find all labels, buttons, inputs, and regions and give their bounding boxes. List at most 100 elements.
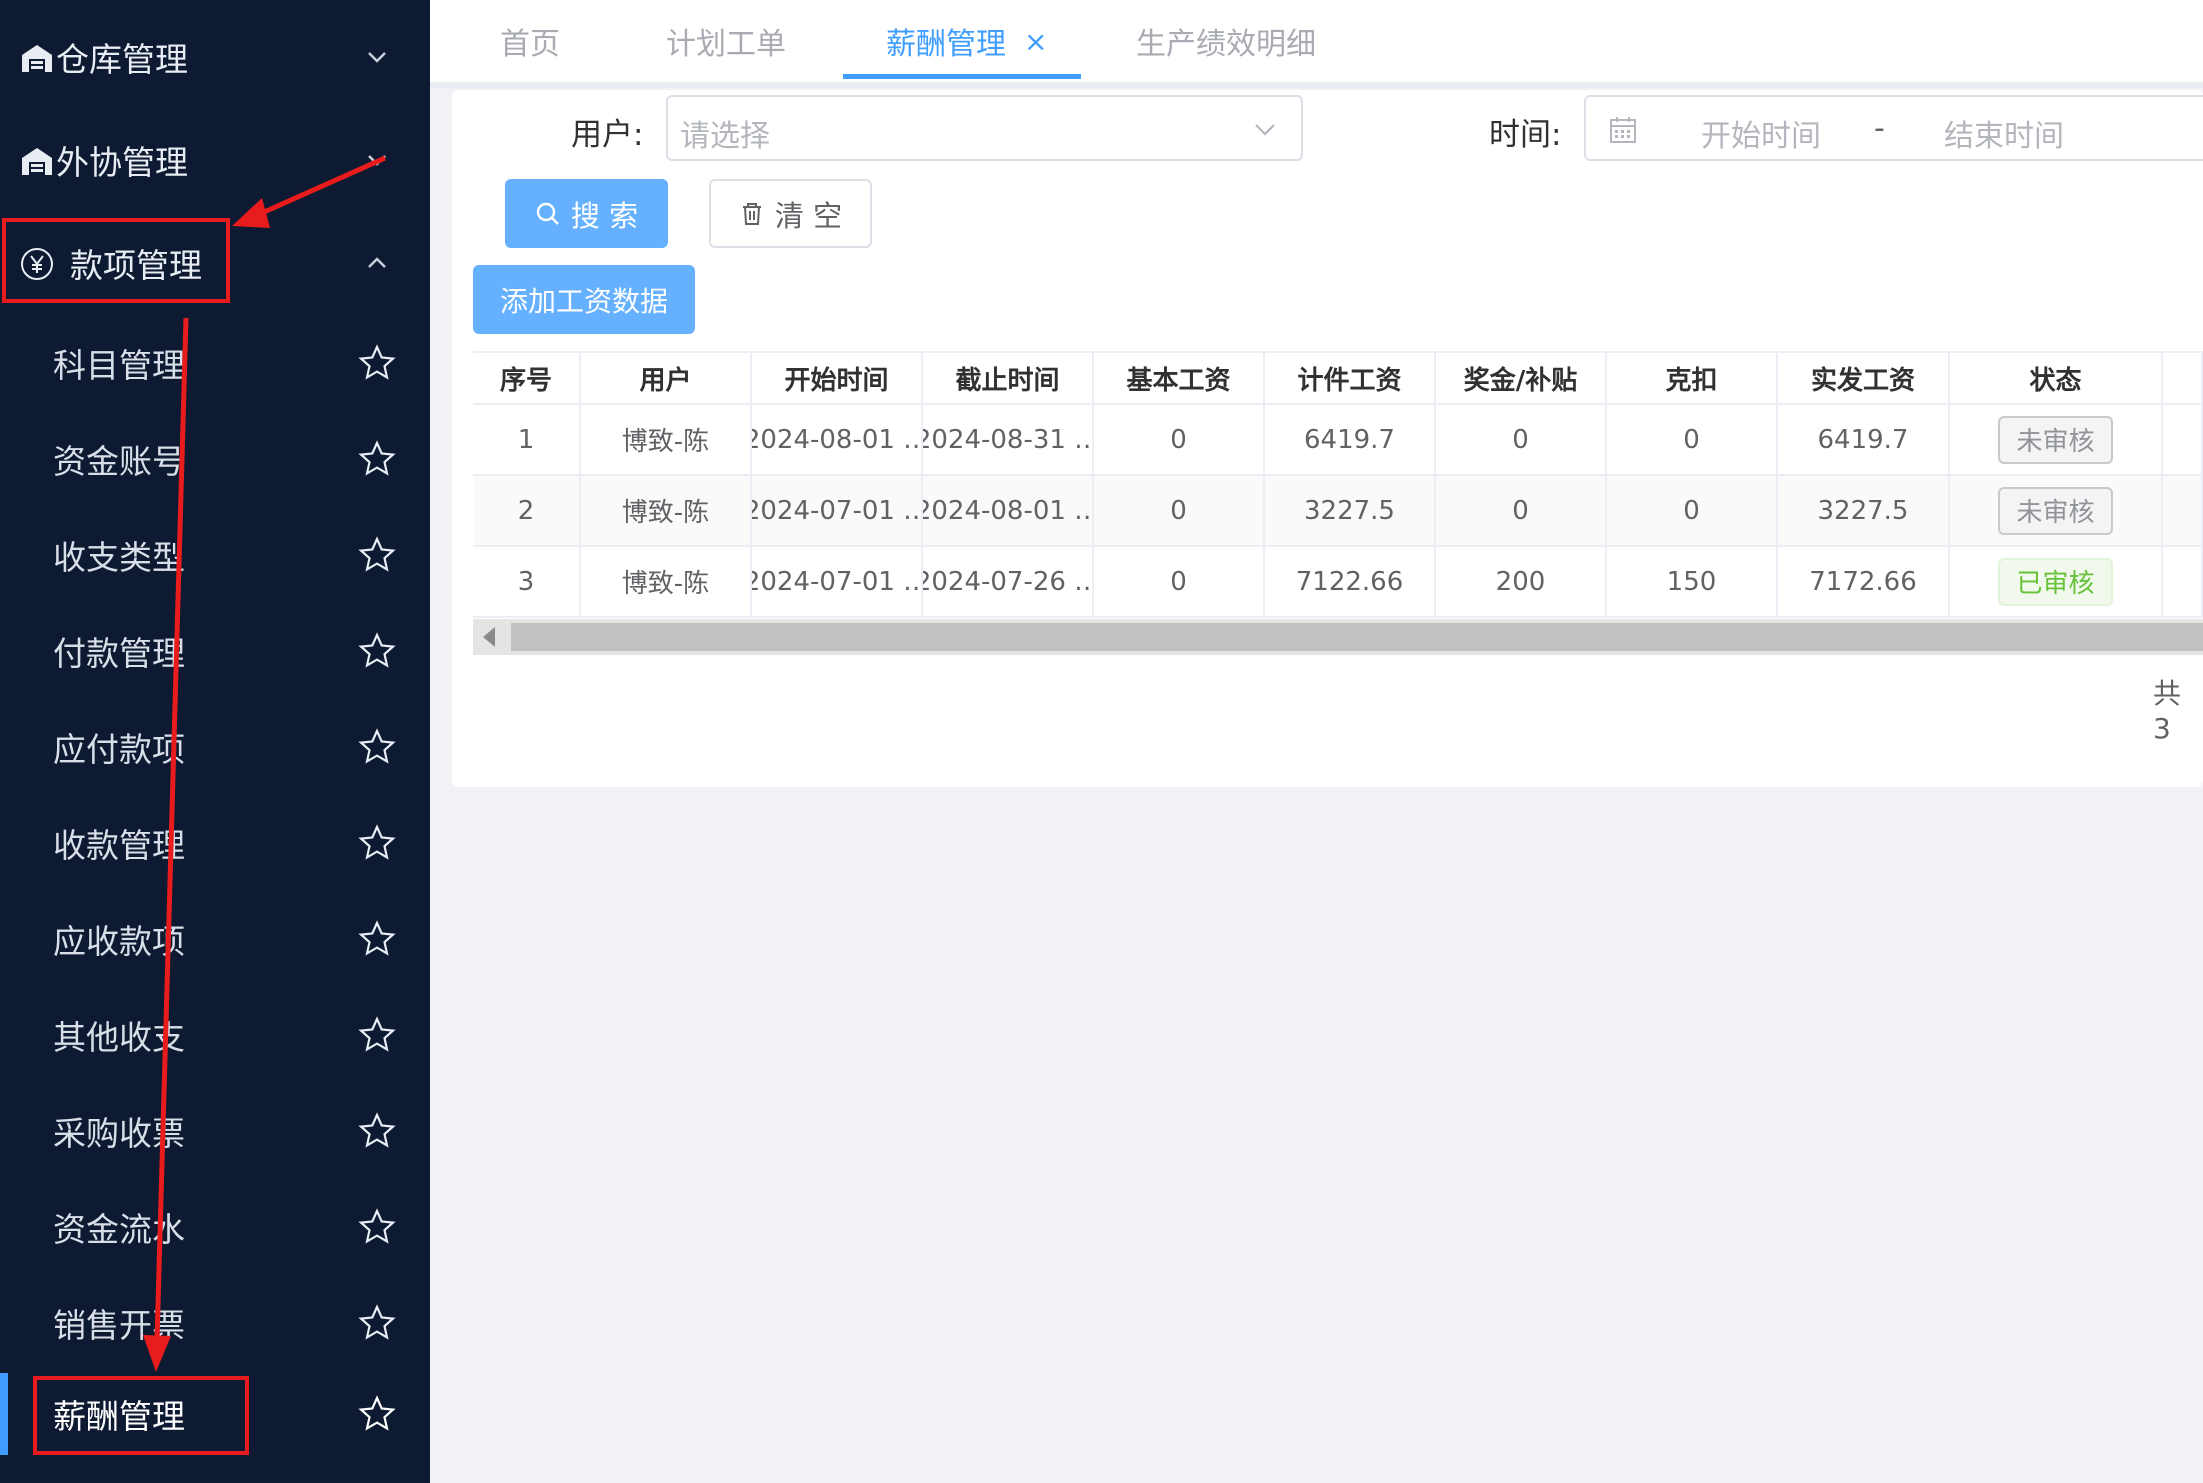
star-icon[interactable]	[358, 1304, 396, 1342]
sidebar-item-subjects[interactable]: 科目管理	[0, 322, 430, 404]
sidebar-item-label: 应付款项	[53, 730, 185, 769]
clear-button-label: 清 空	[774, 198, 843, 233]
column-header[interactable]: 开始时间	[752, 353, 923, 405]
user-label: 用户:	[571, 117, 644, 153]
sidebar-item-purchase-invoices[interactable]: 采购收票	[0, 1090, 430, 1172]
sidebar-item-receipt-management[interactable]: 收款管理	[0, 802, 430, 884]
table-row[interactable]: 2 博致-陈 2024-07-01 … 2024-08-01 … 0 3227.…	[473, 476, 2203, 547]
sidebar-item-label: 付款管理	[53, 634, 185, 673]
search-button[interactable]: 搜 索	[505, 179, 668, 248]
tab-home[interactable]: 首页	[500, 0, 560, 82]
start-time-input[interactable]: 开始时间	[1701, 111, 1821, 155]
cell-index: 1	[473, 405, 581, 476]
close-icon[interactable]: ×	[1024, 25, 1047, 58]
cell-actual: 6419.7	[1778, 405, 1950, 476]
tab-salary-management[interactable]: 薪酬管理 ×	[886, 0, 1047, 82]
sidebar-item-fund-accounts[interactable]: 资金账号	[0, 418, 430, 500]
menu-group-label: 外协管理	[56, 143, 188, 182]
menu-group-label: 仓库管理	[56, 40, 188, 79]
tab-plan-orders[interactable]: 计划工单	[666, 0, 786, 82]
column-header[interactable]: 计件工资	[1265, 353, 1436, 405]
scrollbar-thumb[interactable]	[511, 623, 2203, 651]
search-icon	[536, 202, 559, 225]
end-time-input[interactable]: 结束时间	[1944, 111, 2064, 155]
cell-bonus: 0	[1436, 405, 1607, 476]
star-icon[interactable]	[358, 344, 396, 382]
tab-label: 首页	[500, 27, 560, 62]
table-row[interactable]: 3 博致-陈 2024-07-01 … 2024-07-26 … 0 7122.…	[473, 547, 2203, 618]
search-button-label: 搜 索	[570, 198, 639, 233]
cell-user: 博致-陈	[581, 547, 752, 618]
cell-status: 未审核	[1950, 476, 2163, 547]
sidebar-item-receivables[interactable]: 应收款项	[0, 898, 430, 980]
warehouse-icon	[22, 148, 52, 175]
tab-label: 薪酬管理	[886, 27, 1006, 62]
sidebar-item-label: 收支类型	[53, 538, 185, 577]
clear-button[interactable]: 清 空	[709, 179, 872, 248]
cell-index: 2	[473, 476, 581, 547]
column-header[interactable]: 截止时间	[923, 353, 1094, 405]
star-icon[interactable]	[358, 1395, 396, 1433]
menu-group-outsourcing[interactable]: 外协管理	[0, 120, 430, 200]
tab-active-underline	[843, 74, 1081, 79]
cell-piece: 3227.5	[1265, 476, 1436, 547]
cell-base: 0	[1094, 547, 1265, 618]
tab-label: 计划工单	[666, 27, 786, 62]
star-icon[interactable]	[358, 920, 396, 958]
sidebar-item-income-expense-types[interactable]: 收支类型	[0, 514, 430, 596]
star-icon[interactable]	[358, 1016, 396, 1054]
star-icon[interactable]	[358, 824, 396, 862]
column-header[interactable]: 序号	[473, 353, 581, 405]
column-header-overflow	[2163, 353, 2203, 405]
cell-overflow	[2163, 547, 2203, 618]
cell-status: 已审核	[1950, 547, 2163, 618]
sidebar-item-other-income-expense[interactable]: 其他收支	[0, 994, 430, 1076]
add-salary-button[interactable]: 添加工资数据	[473, 265, 695, 334]
star-icon[interactable]	[358, 1112, 396, 1150]
scroll-left-arrow-icon[interactable]	[483, 627, 495, 647]
table-header-row: 序号 用户 开始时间 截止时间 基本工资 计件工资 奖金/补贴 克扣 实发工资 …	[473, 353, 2203, 405]
user-select-placeholder: 请选择	[680, 119, 770, 154]
sidebar-item-label: 其他收支	[53, 1018, 185, 1057]
warehouse-icon	[22, 45, 52, 72]
column-header[interactable]: 基本工资	[1094, 353, 1265, 405]
cell-bonus: 0	[1436, 476, 1607, 547]
star-icon[interactable]	[358, 536, 396, 574]
cell-end: 2024-07-26 …	[923, 547, 1094, 618]
horizontal-scrollbar[interactable]	[473, 619, 2203, 655]
star-icon[interactable]	[358, 632, 396, 670]
status-badge: 已审核	[1998, 557, 2113, 606]
sidebar-item-label: 资金流水	[53, 1210, 185, 1249]
sidebar-item-label: 采购收票	[53, 1114, 185, 1153]
cell-end: 2024-08-01 …	[923, 476, 1094, 547]
chevron-down-icon	[1255, 124, 1275, 136]
cell-actual: 7172.66	[1778, 547, 1950, 618]
cell-start: 2024-08-01 …	[752, 405, 923, 476]
trash-icon	[742, 202, 761, 225]
cell-base: 0	[1094, 405, 1265, 476]
add-salary-button-label: 添加工资数据	[499, 284, 668, 318]
sidebar-item-label: 科目管理	[53, 346, 185, 385]
cell-base: 0	[1094, 476, 1265, 547]
sidebar-item-label: 资金账号	[53, 442, 185, 481]
column-header[interactable]: 奖金/补贴	[1436, 353, 1607, 405]
star-icon[interactable]	[358, 440, 396, 478]
column-header[interactable]: 用户	[581, 353, 752, 405]
table-row[interactable]: 1 博致-陈 2024-08-01 … 2024-08-31 … 0 6419.…	[473, 405, 2203, 476]
column-header[interactable]: 实发工资	[1778, 353, 1950, 405]
sidebar-item-sales-invoices[interactable]: 销售开票	[0, 1282, 430, 1364]
tab-production-performance[interactable]: 生产绩效明细	[1136, 0, 1316, 82]
cell-user: 博致-陈	[581, 405, 752, 476]
sidebar-item-fund-flow[interactable]: 资金流水	[0, 1186, 430, 1268]
column-header[interactable]: 克扣	[1607, 353, 1778, 405]
menu-group-warehouse[interactable]: 仓库管理	[0, 17, 430, 97]
star-icon[interactable]	[358, 728, 396, 766]
column-header[interactable]: 状态	[1950, 353, 2163, 405]
user-select[interactable]: 请选择	[666, 95, 1303, 161]
star-icon[interactable]	[358, 1208, 396, 1246]
sidebar-item-payment-management[interactable]: 付款管理	[0, 610, 430, 692]
sidebar-item-payables[interactable]: 应付款项	[0, 706, 430, 788]
sidebar-item-label: 销售开票	[53, 1306, 185, 1345]
date-range-picker[interactable]: 开始时间 - 结束时间	[1584, 95, 2203, 161]
cell-actual: 3227.5	[1778, 476, 1950, 547]
